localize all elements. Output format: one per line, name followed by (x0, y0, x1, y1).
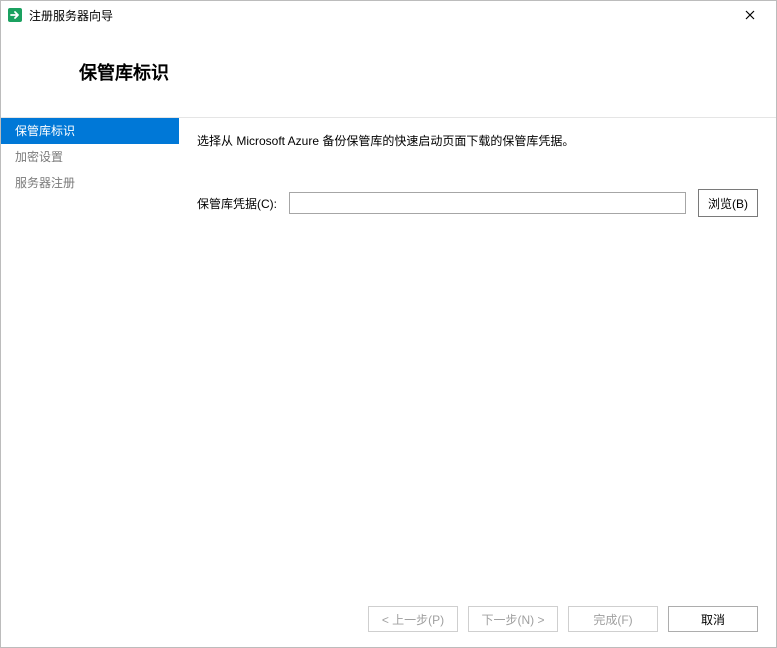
close-button[interactable] (730, 2, 770, 28)
wizard-content: 选择从 Microsoft Azure 备份保管库的快速启动页面下载的保管库凭据… (179, 117, 776, 591)
sidebar-item-server-registration[interactable]: 服务器注册 (1, 170, 179, 196)
close-icon (745, 10, 755, 20)
instruction-text: 选择从 Microsoft Azure 备份保管库的快速启动页面下载的保管库凭据… (197, 132, 758, 149)
credential-input[interactable] (289, 192, 686, 214)
next-button[interactable]: 下一步(N) > (468, 606, 558, 632)
page-title: 保管库标识 (79, 59, 776, 85)
app-icon (7, 7, 23, 23)
wizard-window: 注册服务器向导 保管库标识 保管库标识 加密设置 服务器注册 选择从 Micro… (0, 0, 777, 648)
previous-button[interactable]: < 上一步(P) (368, 606, 458, 632)
wizard-header: 保管库标识 (1, 29, 776, 117)
credential-label: 保管库凭据(C): (197, 195, 289, 212)
wizard-sidebar: 保管库标识 加密设置 服务器注册 (1, 117, 179, 591)
browse-button[interactable]: 浏览(B) (698, 189, 758, 217)
sidebar-item-encryption-settings[interactable]: 加密设置 (1, 144, 179, 170)
cancel-button[interactable]: 取消 (668, 606, 758, 632)
wizard-footer: < 上一步(P) 下一步(N) > 完成(F) 取消 (1, 591, 776, 647)
window-title: 注册服务器向导 (29, 7, 730, 24)
titlebar: 注册服务器向导 (1, 1, 776, 29)
finish-button[interactable]: 完成(F) (568, 606, 658, 632)
wizard-body: 保管库标识 加密设置 服务器注册 选择从 Microsoft Azure 备份保… (1, 117, 776, 591)
sidebar-item-vault-identification[interactable]: 保管库标识 (1, 118, 179, 144)
credential-row: 保管库凭据(C): 浏览(B) (197, 189, 758, 217)
